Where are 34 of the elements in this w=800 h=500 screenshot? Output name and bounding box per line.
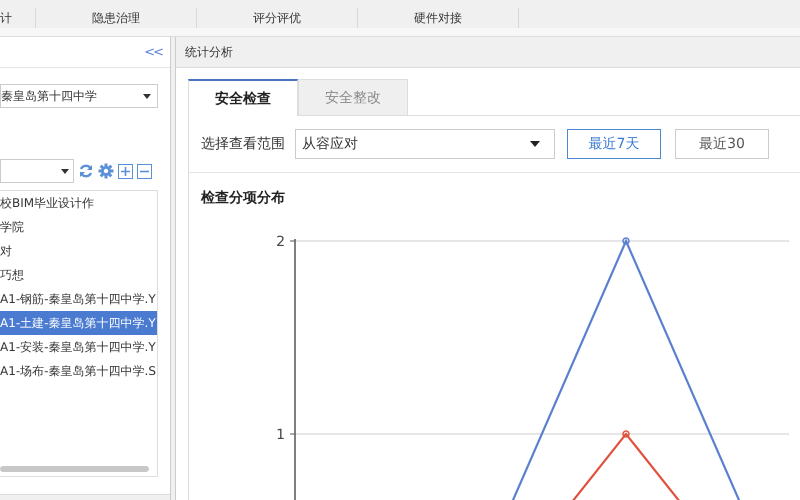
nav-tab[interactable]: 评分评优 bbox=[197, 8, 358, 28]
collapse-icon[interactable] bbox=[137, 164, 152, 178]
collapse-button[interactable]: << bbox=[144, 44, 162, 60]
settings-icon[interactable] bbox=[98, 163, 114, 179]
tab[interactable]: 安全检查 bbox=[188, 79, 298, 116]
data-point bbox=[622, 430, 630, 438]
nav-tab[interactable]: 隐患治理 bbox=[36, 8, 197, 28]
project-dropdown[interactable]: 秦皇岛第十四中学 bbox=[0, 84, 158, 108]
tree-item[interactable]: A1-场布-秦皇岛第十四中学.S bbox=[0, 359, 157, 383]
panel-title: 统计分析 bbox=[176, 37, 800, 68]
caret-icon bbox=[61, 168, 69, 174]
chart-title: 检查分项分布 bbox=[201, 189, 286, 207]
y-tick-label: 2 bbox=[276, 234, 285, 250]
refresh-icon[interactable] bbox=[78, 163, 94, 179]
range-label: 选择查看范围 bbox=[201, 135, 285, 153]
tree-item[interactable]: A1-土建-秦皇岛第十四中学.Y bbox=[0, 311, 157, 335]
tree-item[interactable]: 巧想 bbox=[0, 263, 157, 287]
tree-item[interactable]: A1-安装-秦皇岛第十四中学.Y bbox=[0, 335, 157, 359]
nav-tab[interactable]: 计 bbox=[0, 8, 36, 28]
range-dropdown[interactable]: 从容应对 bbox=[295, 129, 555, 159]
tree-item[interactable]: A1-钢筋-秦皇岛第十四中学.Y bbox=[0, 287, 157, 311]
nav-tab[interactable]: 硬件对接 bbox=[358, 8, 519, 28]
tick-mark bbox=[290, 240, 296, 242]
data-point bbox=[622, 237, 630, 245]
caret-icon bbox=[143, 94, 151, 98]
caret-icon bbox=[530, 141, 540, 147]
period-button[interactable]: 最近7天 bbox=[567, 129, 661, 159]
period-button[interactable]: 最近30 bbox=[675, 129, 769, 159]
scrollbar[interactable] bbox=[0, 466, 149, 472]
tree-item[interactable]: 对 bbox=[0, 239, 157, 263]
y-tick-label: 1 bbox=[276, 427, 285, 443]
expand-icon[interactable] bbox=[118, 164, 133, 178]
tree-item[interactable]: 学院 bbox=[0, 215, 157, 239]
tree-item[interactable]: 校BIM毕业设计作 bbox=[0, 191, 157, 215]
